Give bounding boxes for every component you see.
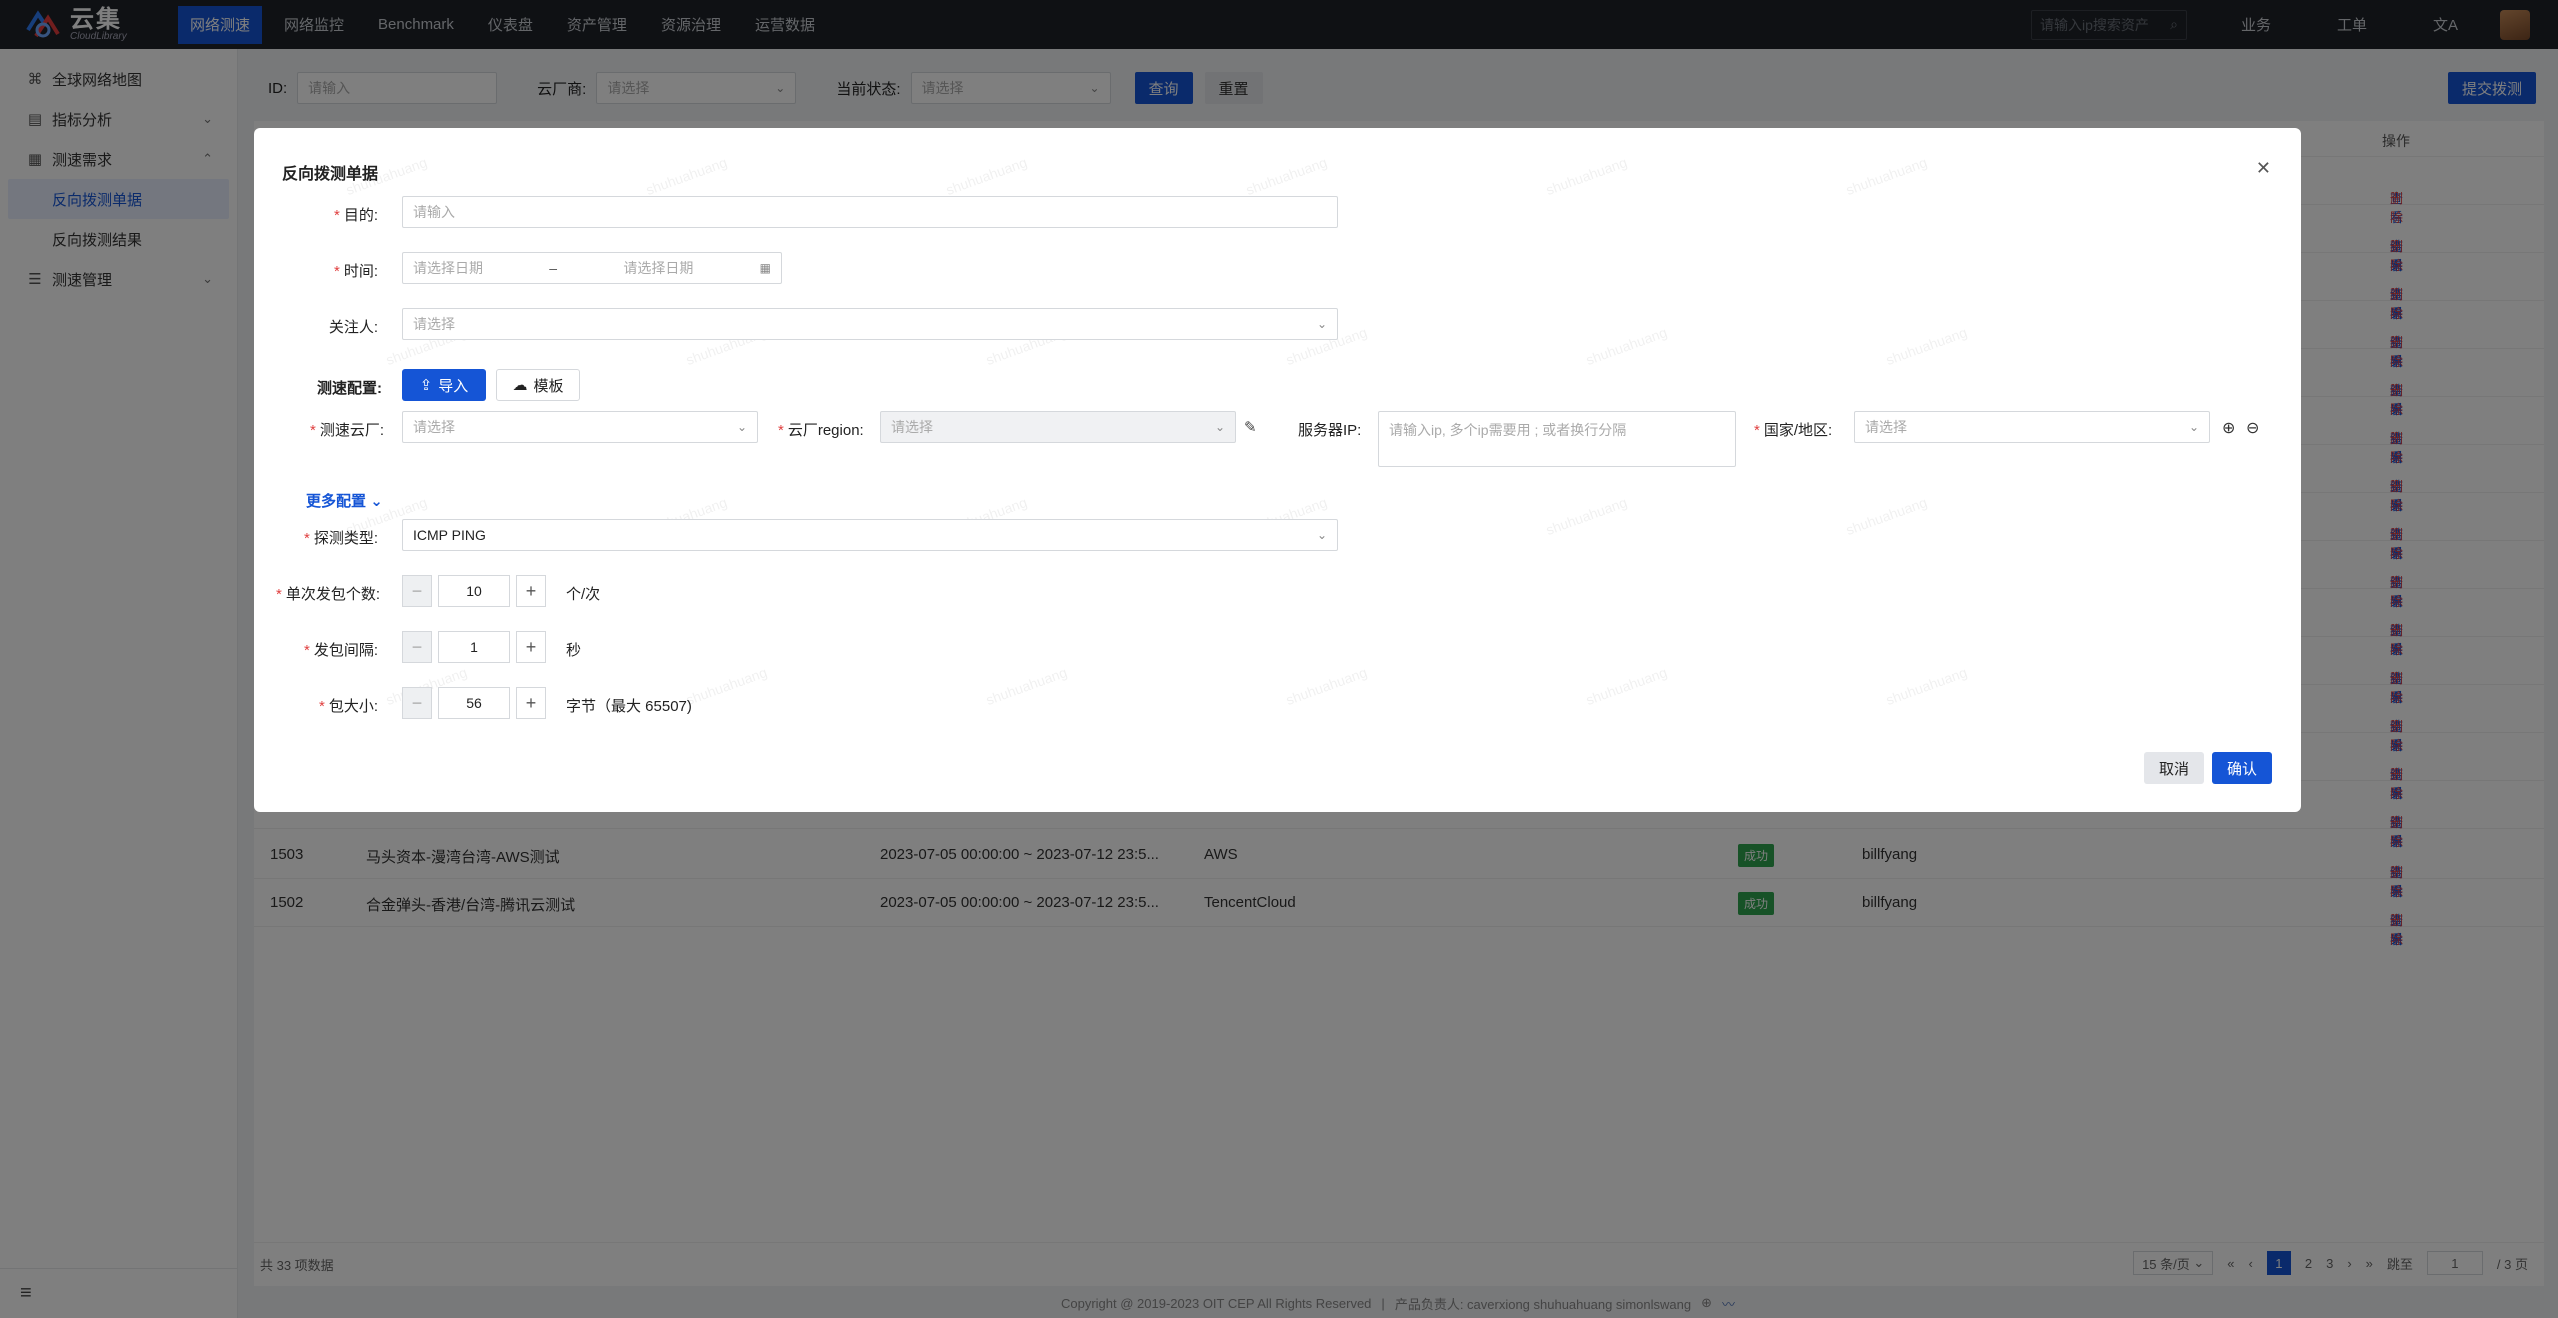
watermark-text: shuhuahuang	[983, 663, 1070, 709]
packet-size-label: 包大小:	[328, 698, 378, 715]
server-ip-textarea[interactable]: 请输入ip, 多个ip需要用 ; 或者换行分隔	[1378, 411, 1736, 467]
close-icon[interactable]: ✕	[2256, 158, 2271, 179]
packet-size-unit: 字节（最大 65507)	[566, 698, 692, 715]
plus-icon[interactable]: +	[516, 575, 546, 607]
follower-select[interactable]: 请选择 ⌄	[402, 308, 1338, 340]
watermark-text: shuhuahuang	[1843, 493, 1930, 539]
chevron-down-icon: ⌄	[2188, 420, 2199, 434]
packets-label: 单次发包个数:	[285, 586, 380, 603]
chevron-down-icon: ⌄	[370, 493, 383, 510]
modal-title: 反向拨测单据	[282, 166, 379, 183]
probe-type-select[interactable]: ICMP PING ⌄	[402, 519, 1338, 551]
watermark-text: shuhuahuang	[943, 153, 1030, 199]
upload-icon: ⇪	[419, 377, 433, 394]
template-button[interactable]: ☁ 模板	[496, 369, 580, 401]
watermark-text: shuhuahuang	[1883, 663, 1970, 709]
region-select[interactable]: 请选择 ⌄	[880, 411, 1236, 443]
follower-label: 关注人:	[328, 319, 378, 336]
speed-vendor-label: 测速云厂:	[319, 422, 384, 439]
packets-unit: 个/次	[566, 586, 601, 603]
interval-label: 发包间隔:	[313, 642, 378, 659]
config-label: 测速配置:	[317, 380, 382, 397]
chevron-down-icon: ⌄	[1316, 317, 1327, 331]
speed-vendor-select[interactable]: 请选择 ⌄	[402, 411, 758, 443]
watermark-text: shuhuahuang	[1283, 663, 1370, 709]
packet-size-input[interactable]: 56	[438, 687, 510, 719]
minus-icon[interactable]: −	[402, 687, 432, 719]
minus-icon[interactable]: −	[402, 631, 432, 663]
watermark-text: shuhuahuang	[1543, 153, 1630, 199]
watermark-text: shuhuahuang	[1243, 153, 1330, 199]
confirm-button[interactable]: 确认	[2212, 752, 2272, 784]
country-select[interactable]: 请选择 ⌄	[1854, 411, 2210, 443]
chevron-down-icon: ⌄	[1214, 420, 1225, 434]
cancel-button[interactable]: 取消	[2144, 752, 2204, 784]
plus-icon[interactable]: +	[516, 631, 546, 663]
start-date-input[interactable]: 请选择日期	[413, 258, 483, 278]
edit-icon[interactable]: ✎	[1244, 418, 1257, 436]
watermark-text: shuhuahuang	[1543, 493, 1630, 539]
cloud-download-icon: ☁	[512, 377, 528, 394]
packets-stepper: − 10 +	[402, 575, 546, 607]
interval-input[interactable]: 1	[438, 631, 510, 663]
interval-unit: 秒	[566, 642, 582, 659]
country-label: 国家/地区:	[1763, 422, 1833, 439]
chevron-down-icon: ⌄	[736, 420, 747, 434]
packets-input[interactable]: 10	[438, 575, 510, 607]
watermark-text: shuhuahuang	[1883, 323, 1970, 369]
add-row-icon[interactable]: ⊕	[2222, 418, 2235, 438]
calendar-icon: ▦	[759, 261, 771, 275]
remove-row-icon[interactable]: ⊖	[2246, 418, 2259, 438]
watermark-text: shuhuahuang	[683, 663, 770, 709]
server-ip-label: 服务器IP:	[1298, 422, 1362, 439]
chevron-down-icon: ⌄	[1316, 528, 1327, 542]
interval-stepper: − 1 +	[402, 631, 546, 663]
import-button[interactable]: ⇪ 导入	[402, 369, 486, 401]
purpose-input[interactable]: 请输入	[402, 196, 1338, 228]
packet-size-stepper: − 56 +	[402, 687, 546, 719]
purpose-label: 目的:	[343, 207, 378, 224]
watermark-text: shuhuahuang	[1583, 663, 1670, 709]
reverse-probe-ticket-modal: shuhuahuang shuhuahuang shuhuahuang shuhuah…	[254, 128, 2301, 812]
more-config-toggle[interactable]: 更多配置 ⌄	[306, 490, 383, 511]
watermark-text: shuhuahuang	[643, 153, 730, 199]
probe-type-label: 探测类型:	[313, 530, 378, 547]
time-label: 时间:	[343, 263, 378, 280]
region-label: 云厂region:	[787, 422, 864, 439]
date-range-picker[interactable]: 请选择日期 – 请选择日期 ▦	[402, 252, 782, 284]
minus-icon[interactable]: −	[402, 575, 432, 607]
watermark-text: shuhuahuang	[1843, 153, 1930, 199]
end-date-input[interactable]: 请选择日期	[623, 258, 693, 278]
watermark-text: shuhuahuang	[1583, 323, 1670, 369]
plus-icon[interactable]: +	[516, 687, 546, 719]
